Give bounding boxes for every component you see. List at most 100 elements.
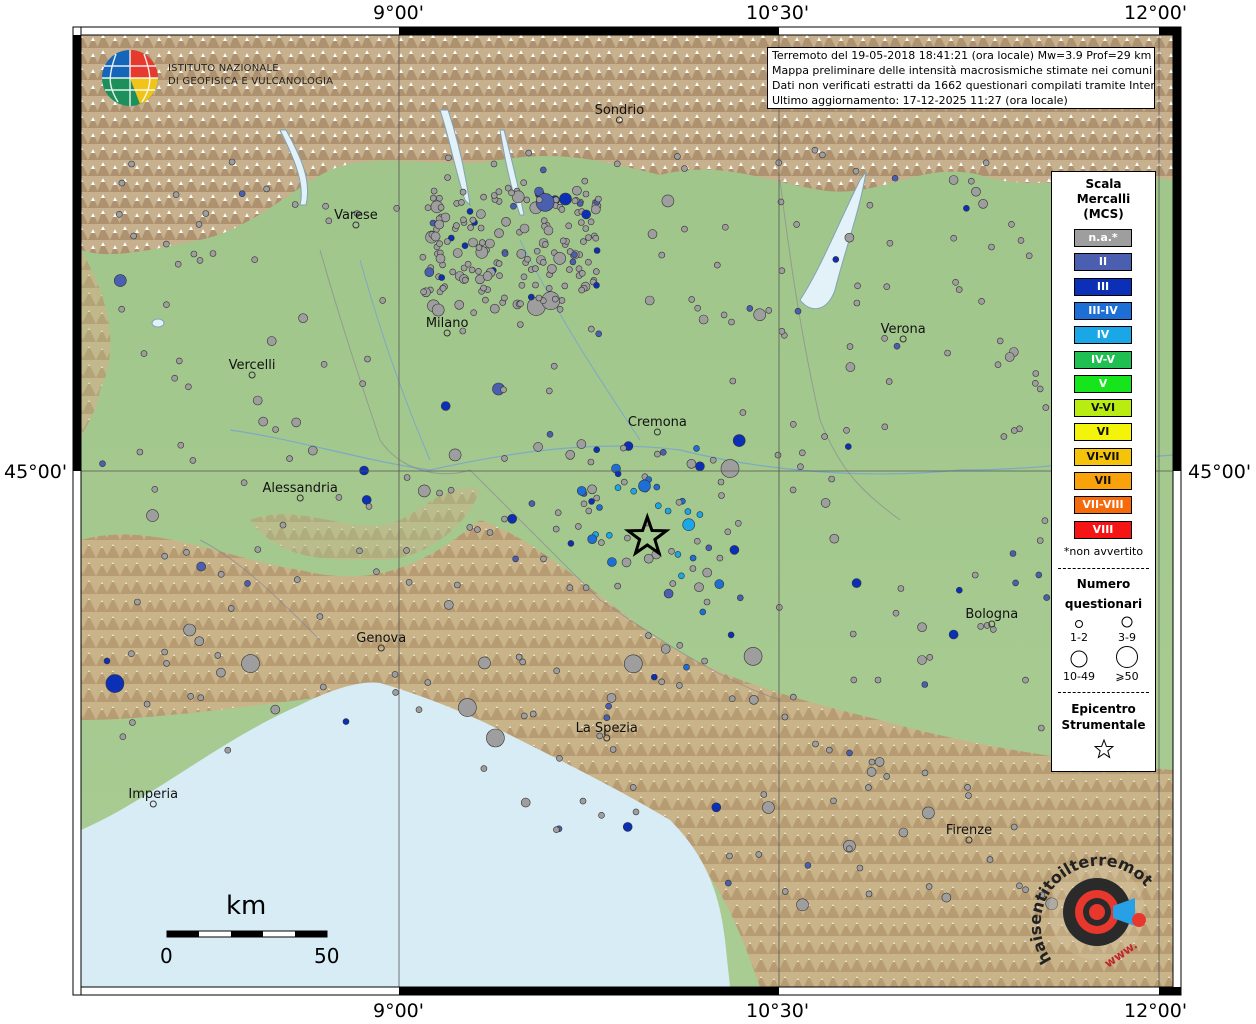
questionnaire-point (732, 434, 746, 447)
questionnaire-point (254, 546, 262, 553)
scalebar-unit: km (226, 891, 267, 921)
legend-swatch-iii: III (1074, 277, 1132, 296)
legend-swatch-viii: VIII (1074, 520, 1132, 539)
questionnaire-point (263, 185, 270, 193)
info-line2: Mappa preliminare delle intensità macros… (772, 64, 1153, 77)
questionnaire-point (266, 336, 277, 346)
questionnaire-point (614, 582, 622, 590)
questionnaire-point (217, 570, 225, 578)
questionnaire-point (701, 657, 708, 665)
legend-swatch-vivii: VI-VII (1074, 447, 1132, 466)
questionnaire-point (676, 641, 684, 649)
questionnaire-point (128, 650, 135, 658)
questionnaire-point (424, 267, 435, 278)
questionnaire-point (693, 445, 700, 452)
questionnaire-point (553, 826, 560, 834)
questionnaire-point (529, 710, 537, 718)
questionnaire-point (1022, 676, 1029, 684)
questionnaire-point (520, 712, 528, 720)
questionnaire-point (605, 531, 613, 539)
questionnaire-point (727, 631, 735, 639)
questionnaire-point (622, 822, 633, 832)
questionnaire-point (528, 500, 536, 507)
city-label: La Spezia (576, 721, 638, 736)
questionnaire-point (1010, 427, 1018, 434)
questionnaire-point (490, 192, 498, 199)
questionnaire-point (163, 660, 170, 667)
questionnaire-point (574, 523, 582, 530)
questionnaire-point (578, 286, 586, 294)
questionnaire-point (713, 261, 721, 269)
questionnaire-point (789, 420, 797, 428)
questionnaire-point (922, 806, 935, 820)
city-label: Milano (426, 316, 469, 331)
questionnaire-point (391, 671, 399, 678)
questionnaire-point (361, 495, 372, 505)
questionnaire-point (476, 209, 486, 219)
questionnaire-point (614, 470, 622, 478)
questionnaire-point (820, 498, 831, 508)
terrain (81, 35, 1173, 987)
questionnaire-point (686, 458, 697, 469)
questionnaire-point (955, 586, 963, 594)
questionnaire-point (435, 253, 446, 264)
questionnaire-point (477, 224, 485, 232)
questionnaire-point (444, 174, 451, 181)
lat-label-left: 45°00' (4, 461, 68, 483)
questionnaire-point (854, 282, 861, 290)
epicenter-title1: Epicentro (1071, 702, 1136, 716)
questionnaire-point (541, 241, 549, 248)
questionnaire-point (134, 598, 141, 606)
questionnaire-point (988, 243, 995, 251)
questionnaire-point (194, 636, 205, 647)
questionnaire-point (709, 456, 717, 464)
questionnaire-point (459, 188, 467, 196)
questionnaire-point (865, 890, 873, 898)
questionnaire-point (891, 175, 899, 182)
questionnaire-point (468, 266, 476, 274)
institute-line1: ISTITUTO NAZIONALE (168, 63, 279, 74)
questionnaire-point (778, 327, 786, 335)
questionnaire-point (664, 507, 672, 515)
questionnaire-point (971, 186, 981, 197)
questionnaire-point (252, 395, 263, 406)
questionnaire-point (729, 377, 737, 385)
questionnaire-point (539, 166, 547, 174)
questionnaire-point (582, 584, 590, 592)
lon-label-top-mid: 10°30' (746, 2, 810, 24)
city-label: Genova (356, 631, 406, 646)
questionnaire-point (986, 856, 994, 863)
city-label: Sondrio (595, 103, 645, 118)
legend-swatch-ivv: IV-V (1074, 350, 1132, 369)
questionnaire-point (436, 489, 443, 497)
questionnaire-point (532, 265, 539, 272)
questionnaire-point (552, 525, 560, 533)
questionnaire-point (405, 578, 413, 586)
questionnaire-point (852, 167, 860, 175)
questionnaire-point (845, 362, 856, 372)
questionnaire-point (151, 485, 159, 493)
questionnaire-point (1008, 221, 1015, 228)
questionnaire-point (103, 657, 111, 665)
questionnaire-point (994, 361, 1002, 369)
questionnaire-point (1036, 537, 1044, 544)
questionnaire-point (119, 733, 127, 741)
questionnaire-point (582, 190, 590, 198)
questionnaire-point (565, 449, 576, 460)
questionnaire-point (762, 801, 775, 814)
questionnaire-point (629, 784, 637, 791)
questionnaire-point (571, 197, 579, 205)
questionnaire-point (494, 228, 504, 238)
questionnaire-point (565, 222, 573, 230)
questionnaire-point (486, 529, 494, 536)
questionnaire-point (356, 547, 363, 555)
legend-swatch-vvi: V-VI (1074, 399, 1132, 418)
legend-title3: (MCS) (1083, 207, 1124, 221)
questionnaire-point (676, 682, 683, 689)
questionnaire-point (373, 568, 380, 576)
questionnaire-point (1041, 517, 1049, 525)
questionnaire-point (209, 250, 217, 257)
questionnaire-point (559, 237, 567, 245)
questionnaire-point (967, 177, 975, 185)
questionnaire-point (746, 305, 754, 312)
